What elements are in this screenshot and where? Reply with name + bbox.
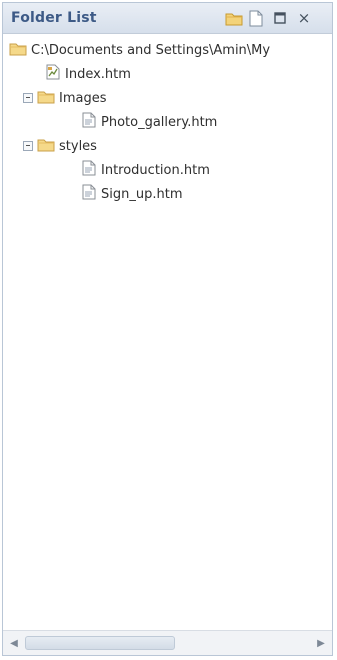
folder-tree: C:\Documents and Settings\Amin\My Index.… (3, 33, 332, 629)
scroll-right-icon[interactable]: ▶ (313, 635, 329, 651)
new-folder-icon[interactable] (225, 9, 243, 27)
collapse-icon[interactable] (23, 93, 33, 103)
page-icon (81, 112, 97, 132)
tree-item-label: Introduction.htm (101, 162, 210, 178)
close-icon[interactable]: × (295, 9, 313, 27)
home-page-icon (45, 64, 61, 84)
panel-title: Folder List (11, 10, 97, 26)
tree-item-root[interactable]: C:\Documents and Settings\Amin\My (9, 39, 270, 61)
scroll-left-icon[interactable]: ◀ (6, 635, 22, 651)
tree-item-label: C:\Documents and Settings\Amin\My (31, 42, 271, 58)
tree-item-label: Photo_gallery.htm (101, 114, 218, 130)
tree-item-label: Index.htm (65, 66, 131, 82)
tree-item-images[interactable]: Images (23, 87, 107, 109)
horizontal-scrollbar[interactable]: ◀ ▶ (3, 630, 332, 655)
tree-item-introduction[interactable]: Introduction.htm (81, 159, 210, 181)
tree-item-index[interactable]: Index.htm (45, 63, 131, 85)
scrollbar-thumb[interactable] (25, 636, 175, 650)
tree-item-label: styles (59, 138, 97, 154)
tree-item-sign-up[interactable]: Sign_up.htm (81, 183, 182, 205)
panel-titlebar: Folder List × (3, 3, 332, 34)
tree-item-label: Sign_up.htm (101, 186, 183, 202)
maximize-icon[interactable] (271, 9, 289, 27)
folder-icon (9, 41, 27, 60)
tree-item-label: Images (59, 90, 107, 106)
new-page-icon[interactable] (247, 9, 265, 27)
tree-item-photo-gallery[interactable]: Photo_gallery.htm (81, 111, 217, 133)
page-icon (81, 184, 97, 204)
folder-list-panel: Folder List × C:\Documents and Settings\… (2, 2, 333, 656)
page-icon (81, 160, 97, 180)
folder-icon (37, 137, 55, 156)
collapse-icon[interactable] (23, 141, 33, 151)
folder-icon (37, 89, 55, 108)
tree-item-styles[interactable]: styles (23, 135, 97, 157)
